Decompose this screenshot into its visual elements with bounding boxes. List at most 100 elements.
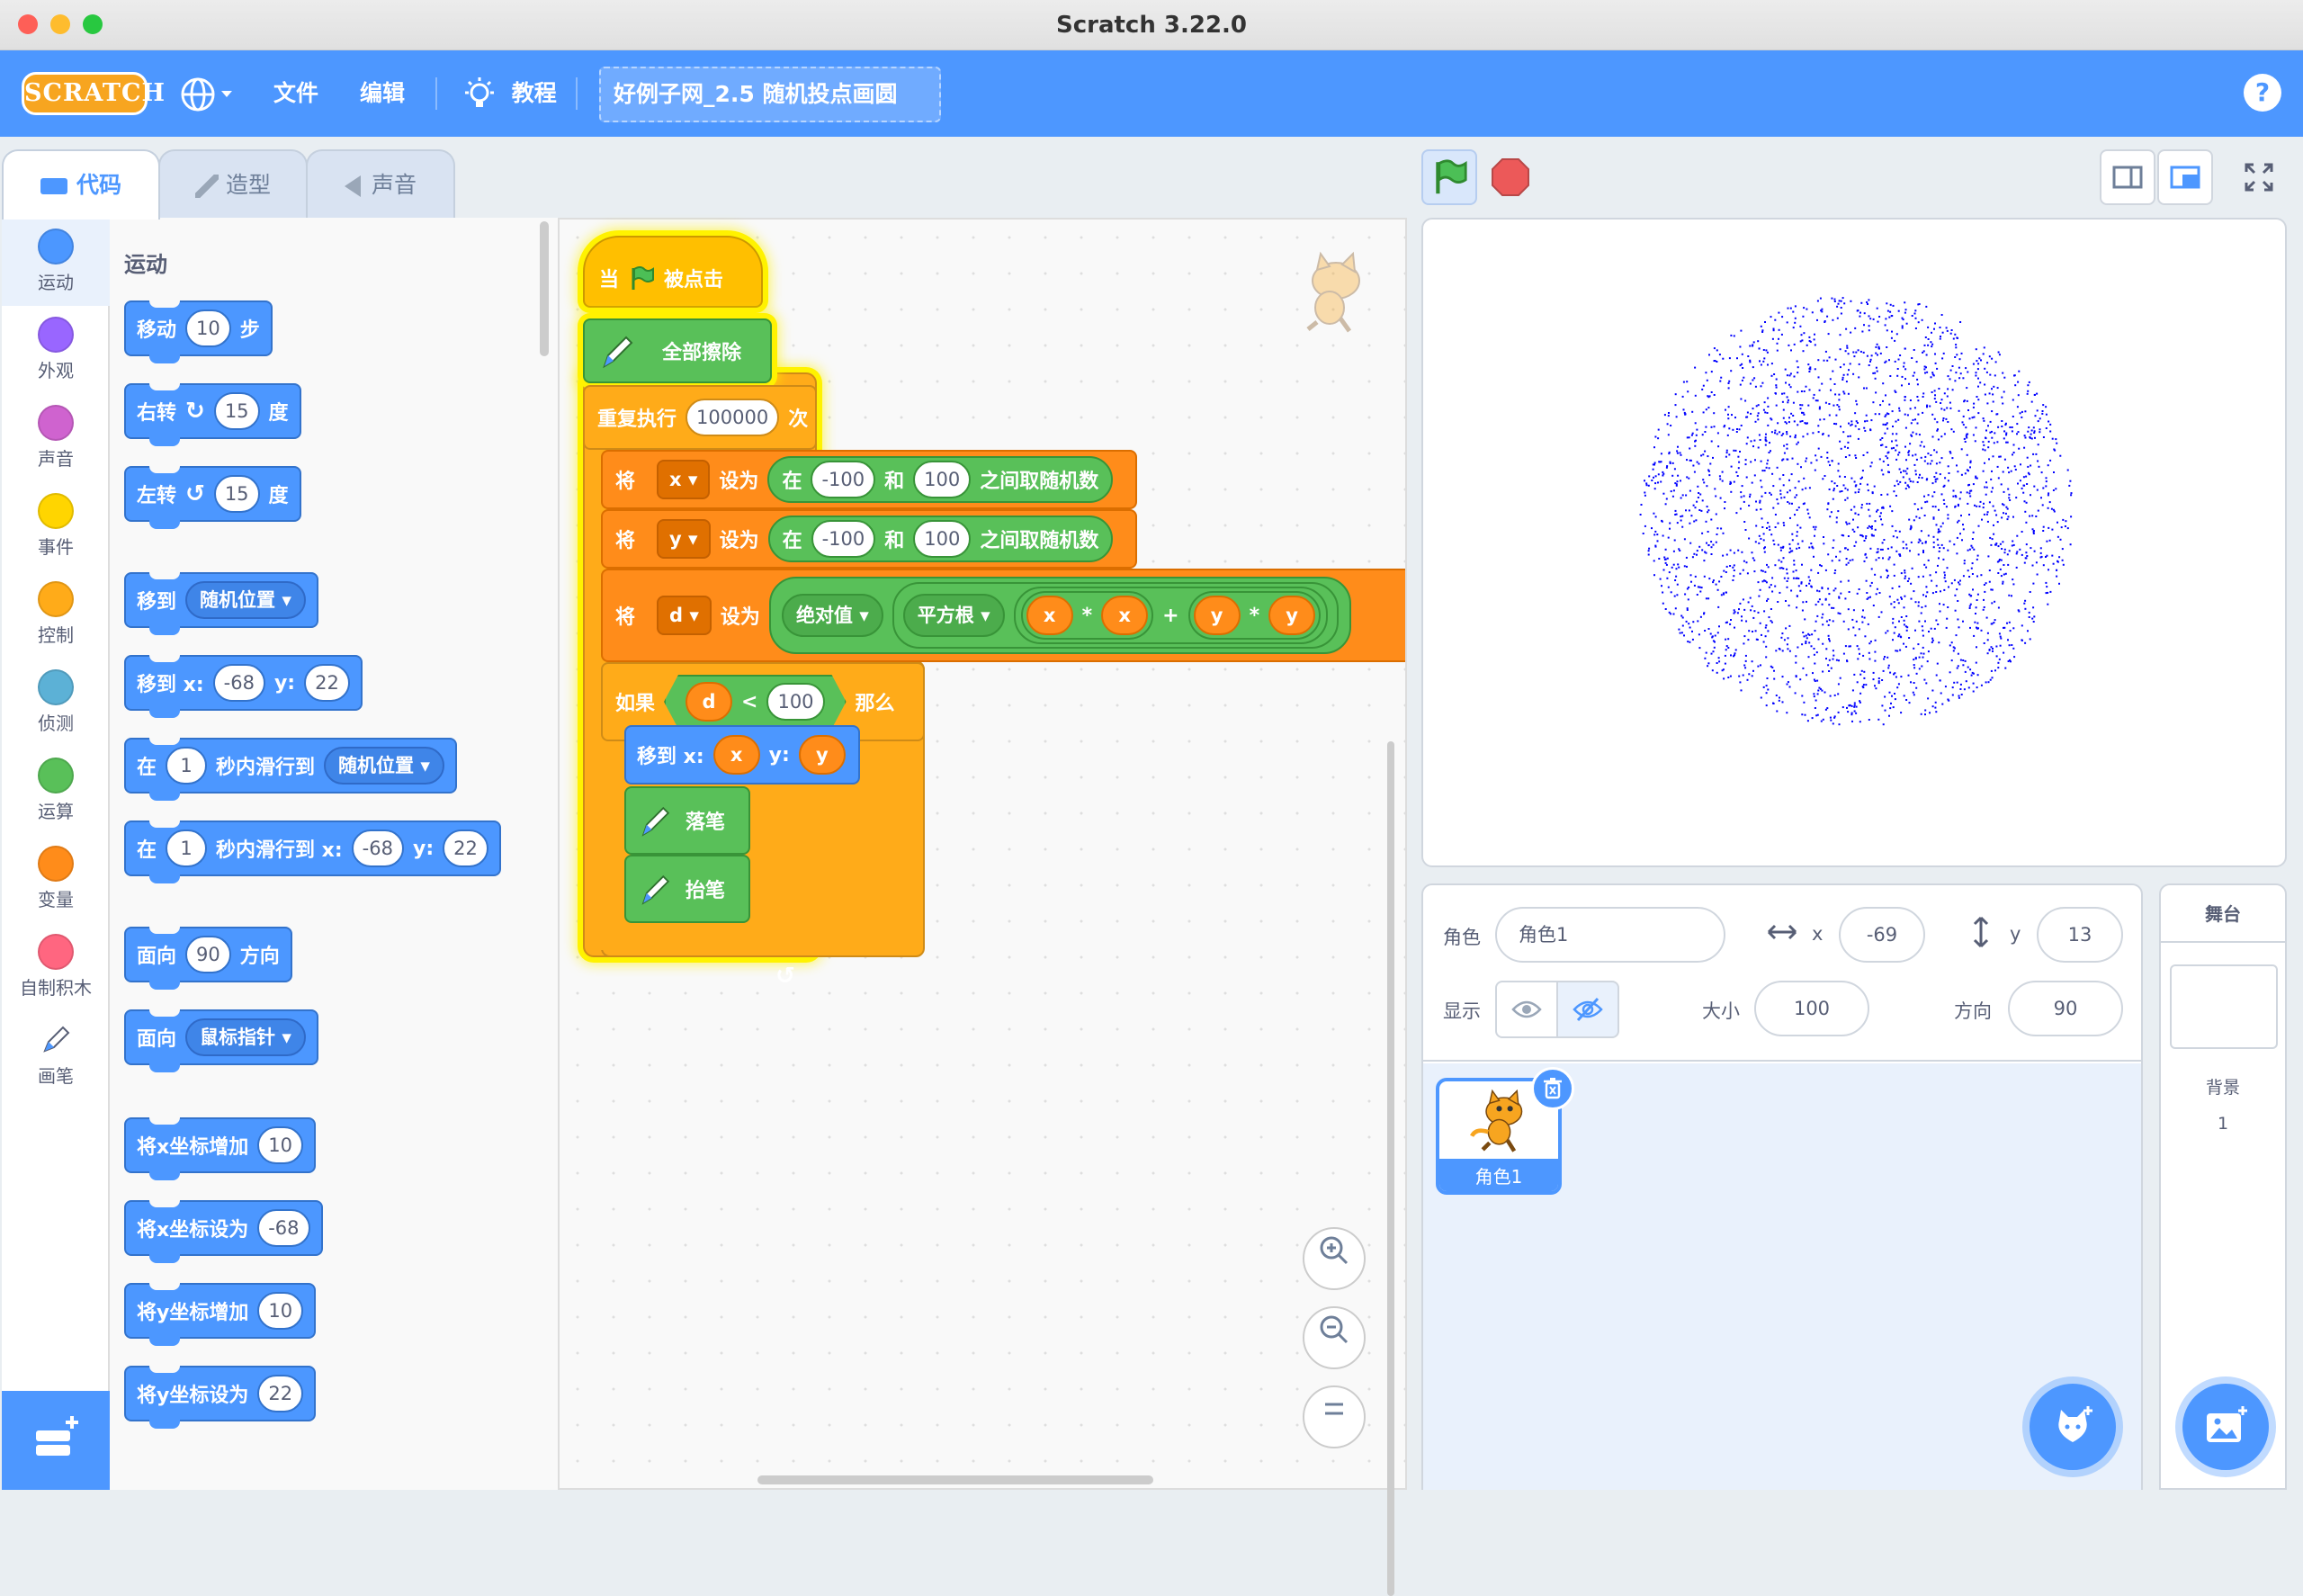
random-from-input[interactable]: -100 (811, 461, 876, 498)
category-sensing[interactable]: 侦测 (2, 659, 110, 747)
direction-input[interactable]: 90 (185, 936, 231, 973)
scratch-logo[interactable]: SCRATCH (22, 72, 165, 115)
workspace-horizontal-scrollbar[interactable] (757, 1475, 1153, 1484)
variable-dropdown[interactable]: d ▾ (657, 596, 712, 635)
change-y-block[interactable]: 将y坐标增加 10 (124, 1283, 317, 1346)
tab-sounds[interactable]: 声音 (306, 149, 455, 218)
block-number-input[interactable]: 10 (257, 1292, 304, 1330)
category-pen[interactable]: 画笔 (2, 1011, 110, 1099)
towards-dropdown[interactable]: 鼠标指针 ▾ (185, 1018, 306, 1056)
random-operator[interactable]: 在 -100 和 100 之间取随机数 (767, 516, 1114, 562)
show-sprite-button[interactable] (1495, 981, 1558, 1038)
variable-dropdown[interactable]: x ▾ (657, 460, 711, 499)
add-extension-button[interactable] (2, 1391, 110, 1490)
variable-reporter-y[interactable]: y (1193, 596, 1241, 635)
repeat-block[interactable]: 重复执行 100000 次 (583, 385, 817, 450)
palette-scrollbar[interactable] (540, 221, 549, 356)
y-input[interactable]: 22 (304, 664, 350, 702)
category-looks[interactable]: 外观 (2, 306, 110, 394)
block-number-input[interactable]: 15 (213, 392, 260, 430)
change-x-block[interactable]: 将x坐标增加 10 (124, 1117, 316, 1180)
multiply-operator[interactable]: x * x (1020, 591, 1154, 640)
sqrt-operator[interactable]: 平方根 ▾ x * x + y * y (892, 582, 1340, 649)
goto-block[interactable]: 移到 随机位置 ▾ (124, 572, 318, 635)
block-number-input[interactable]: -68 (257, 1209, 310, 1247)
stop-button[interactable] (1483, 149, 1538, 205)
stage-canvas[interactable] (1421, 218, 2287, 867)
variable-reporter-x[interactable]: x (1026, 596, 1073, 635)
set-x-block[interactable]: 将x坐标设为 -68 (124, 1200, 323, 1263)
set-d-variable-block[interactable]: 将 d ▾ 设为 绝对值 ▾ 平方根 ▾ x * x + y * y (601, 569, 1405, 662)
zoom-in-button[interactable] (1303, 1227, 1366, 1290)
category-motion[interactable]: 运动 (2, 218, 110, 306)
add-sprite-button[interactable] (2030, 1384, 2116, 1470)
workspace-vertical-scrollbar[interactable] (1387, 741, 1394, 1596)
category-control[interactable]: 控制 (2, 570, 110, 659)
x-input[interactable]: -69 (1839, 907, 1925, 963)
compare-value-input[interactable]: 100 (766, 683, 824, 721)
add-operator[interactable]: x * x + y * y (1013, 587, 1329, 644)
goto-xy-block[interactable]: 移到 x: -68 y: 22 (124, 655, 363, 718)
y-input[interactable]: 22 (443, 829, 488, 867)
delete-sprite-button[interactable] (1531, 1067, 1574, 1110)
repeat-count-input[interactable]: 100000 (686, 399, 780, 436)
random-operator[interactable]: 在 -100 和 100 之间取随机数 (767, 456, 1114, 503)
point-direction-block[interactable]: 面向 90 方向 (124, 927, 292, 990)
x-input[interactable]: -68 (351, 829, 404, 867)
x-input[interactable]: -68 (212, 664, 265, 702)
variable-reporter-y[interactable]: y (1268, 596, 1316, 635)
less-than-operator[interactable]: d < 100 (664, 675, 847, 729)
category-variables[interactable]: 变量 (2, 835, 110, 923)
glide-target-dropdown[interactable]: 随机位置 ▾ (324, 747, 444, 785)
large-stage-button[interactable] (2157, 149, 2213, 205)
category-events[interactable]: 事件 (2, 482, 110, 570)
multiply-operator[interactable]: y * y (1187, 591, 1322, 640)
tab-code[interactable]: 代码 (2, 149, 160, 220)
variable-reporter-y[interactable]: y (798, 735, 846, 775)
turn-right-block[interactable]: 右转 ↻ 15 度 (124, 383, 301, 446)
math-function-dropdown[interactable]: 绝对值 ▾ (781, 594, 883, 637)
edit-menu[interactable]: 编辑 (360, 50, 405, 137)
variable-reporter-x[interactable]: x (1101, 596, 1149, 635)
set-y-block[interactable]: 将y坐标设为 22 (124, 1366, 317, 1429)
turn-left-block[interactable]: 左转 ↺ 15 度 (124, 466, 301, 529)
seconds-input[interactable]: 1 (166, 829, 208, 867)
hide-sprite-button[interactable] (1556, 981, 1619, 1038)
set-y-variable-block[interactable]: 将 y ▾ 设为 在 -100 和 100 之间取随机数 (601, 509, 1137, 569)
category-sound[interactable]: 声音 (2, 394, 110, 482)
small-stage-button[interactable] (2100, 149, 2155, 205)
goto-xy-block[interactable]: 移到 x: x y: y (624, 725, 860, 785)
project-title-input[interactable]: 好例子网_2.5 随机投点画圆 (599, 67, 941, 122)
block-number-input[interactable]: 10 (257, 1126, 303, 1164)
goto-target-dropdown[interactable]: 随机位置 ▾ (185, 581, 306, 619)
y-input[interactable]: 13 (2037, 907, 2123, 963)
block-number-input[interactable]: 10 (185, 309, 231, 347)
script-workspace[interactable]: 当 被点击 全部擦除 重复执行 100000 次 将 x ▾ 设为 在 -100… (560, 218, 1407, 1596)
glide-xy-block[interactable]: 在 1 秒内滑行到 x: -68 y: 22 (124, 820, 501, 883)
pen-up-block[interactable]: 抬笔 (624, 855, 750, 923)
tab-costumes[interactable]: 造型 (158, 149, 308, 218)
size-input[interactable]: 100 (1754, 981, 1869, 1036)
language-menu[interactable] (180, 50, 236, 137)
when-flag-clicked-block[interactable]: 当 被点击 (583, 236, 763, 308)
tutorials-menu[interactable]: 教程 (462, 50, 557, 137)
random-to-input[interactable]: 100 (913, 461, 972, 498)
green-flag-button[interactable] (1421, 149, 1477, 205)
pen-clear-block[interactable]: 全部擦除 (583, 318, 772, 383)
variable-reporter-x[interactable]: x (712, 735, 760, 775)
help-button[interactable]: ? (2244, 74, 2281, 112)
pen-down-block[interactable]: 落笔 (624, 786, 750, 855)
zoom-reset-button[interactable] (1303, 1385, 1366, 1448)
move-steps-block[interactable]: 移动 10 步 (124, 300, 273, 363)
file-menu[interactable]: 文件 (273, 50, 318, 137)
backdrop-thumbnail[interactable] (2170, 964, 2278, 1049)
fullscreen-button[interactable] (2231, 149, 2287, 205)
point-towards-block[interactable]: 面向 鼠标指针 ▾ (124, 1009, 318, 1072)
seconds-input[interactable]: 1 (166, 747, 208, 785)
add-backdrop-button[interactable] (2182, 1384, 2269, 1470)
random-from-input[interactable]: -100 (811, 520, 876, 558)
block-number-input[interactable]: 22 (257, 1375, 304, 1412)
block-number-input[interactable]: 15 (213, 475, 260, 513)
category-my-blocks[interactable]: 自制积木 (2, 923, 110, 1011)
math-function-dropdown[interactable]: 平方根 ▾ (902, 594, 1005, 637)
